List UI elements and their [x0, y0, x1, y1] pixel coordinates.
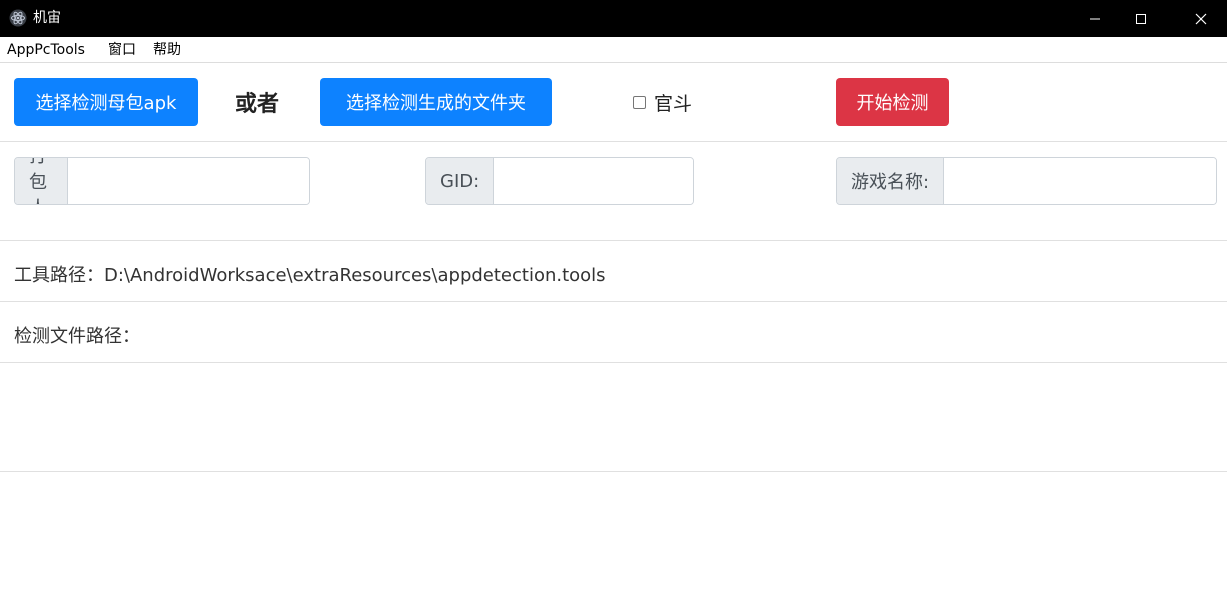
select-folder-button[interactable]: 选择检测生成的文件夹 — [320, 78, 552, 126]
game-name-input[interactable] — [944, 158, 1216, 204]
detect-file-path-text: 检测文件路径： — [14, 326, 140, 347]
packer-input[interactable] — [68, 158, 309, 204]
game-name-input-group: 游戏名称: — [836, 157, 1217, 205]
maximize-icon — [1136, 13, 1146, 24]
select-apk-button[interactable]: 选择检测母包apk — [14, 78, 198, 126]
menu-item-window[interactable]: 窗口 — [108, 41, 136, 59]
title-bar: 机宙 — [0, 0, 1227, 37]
menu-item-help[interactable]: 帮助 — [153, 41, 181, 59]
official-checkbox[interactable] — [633, 96, 646, 109]
start-detection-button[interactable]: 开始检测 — [836, 78, 949, 126]
or-label: 或者 — [235, 92, 280, 117]
minimize-icon — [1090, 18, 1100, 19]
gid-input-group: GID: — [425, 157, 694, 205]
divider — [0, 301, 1227, 302]
close-button[interactable] — [1178, 0, 1224, 37]
app-logo-icon — [9, 9, 27, 27]
official-checkbox-label: 官斗 — [654, 93, 693, 115]
gid-input[interactable] — [494, 158, 693, 204]
tool-path-text: 工具路径：D:\AndroidWorksace\extraResources\a… — [14, 265, 606, 286]
game-name-label: 游戏名称: — [837, 158, 945, 204]
divider — [0, 362, 1227, 363]
close-icon — [1195, 13, 1207, 24]
divider — [0, 240, 1227, 241]
official-checkbox-group[interactable]: 官斗 — [633, 89, 692, 116]
menu-item-apppctools[interactable]: AppPcTools — [7, 41, 85, 59]
window-title: 机宙 — [33, 10, 61, 26]
divider — [0, 141, 1227, 142]
minimize-button[interactable] — [1072, 0, 1118, 37]
maximize-button[interactable] — [1118, 0, 1164, 37]
divider — [0, 471, 1227, 472]
packer-label: 打包人: — [15, 158, 69, 204]
gid-label: GID: — [426, 158, 495, 204]
menu-bar: AppPcTools 窗口 帮助 — [0, 37, 1227, 63]
packer-input-group: 打包人: — [14, 157, 310, 205]
